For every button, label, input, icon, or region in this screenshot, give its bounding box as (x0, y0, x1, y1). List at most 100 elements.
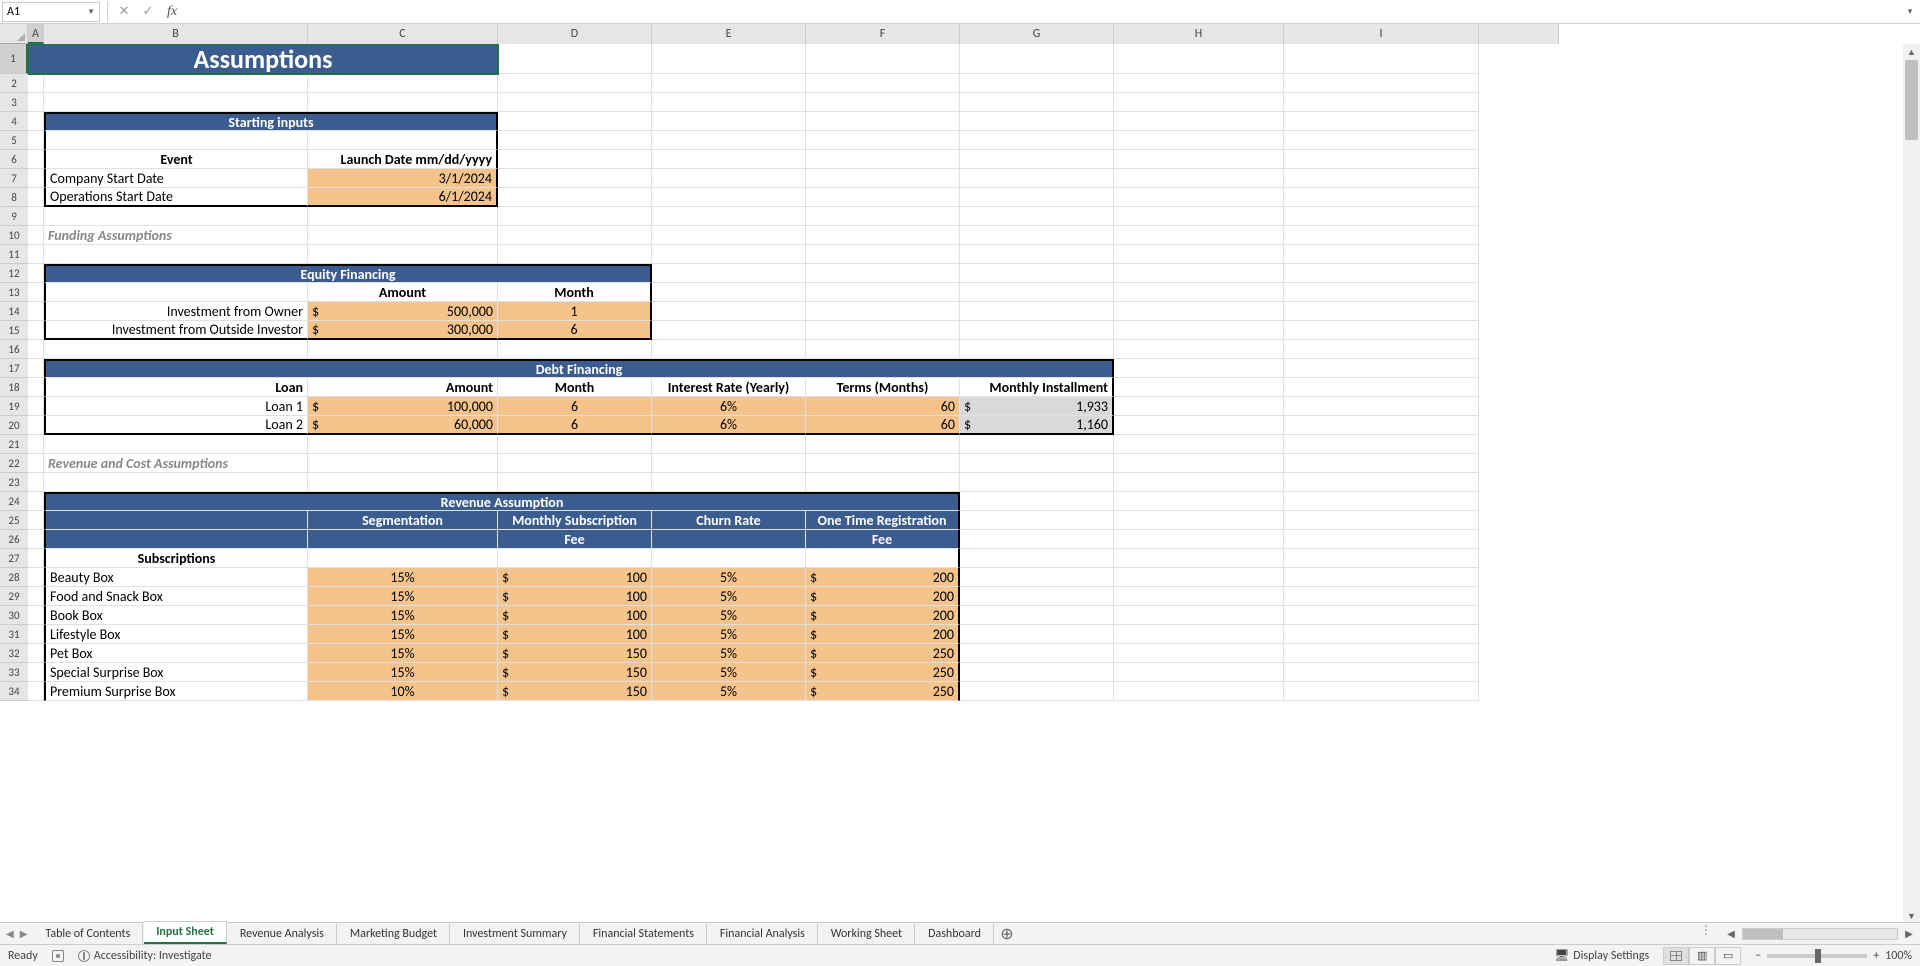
cell-E4[interactable] (652, 112, 806, 131)
cell-A2[interactable] (28, 74, 44, 93)
row-header-33[interactable]: 33 (0, 663, 28, 682)
cell-G29[interactable] (960, 587, 1114, 606)
cell-F22[interactable] (806, 454, 960, 473)
cell-H18[interactable] (1114, 378, 1284, 397)
cell-A17[interactable] (28, 359, 44, 378)
cell-D30[interactable]: $100 (498, 606, 652, 625)
row-header-31[interactable]: 31 (0, 625, 28, 644)
macro-record-icon[interactable] (52, 950, 64, 962)
row-header-30[interactable]: 30 (0, 606, 28, 625)
cell-A23[interactable] (28, 473, 44, 492)
cell-A4[interactable] (28, 112, 44, 131)
cell-A31[interactable] (28, 625, 44, 644)
view-page-break-button[interactable]: ▭ (1715, 947, 1741, 965)
cell-A12[interactable] (28, 264, 44, 283)
cell-C8[interactable]: 6/1/2024 (308, 188, 498, 207)
cell-H25[interactable] (1114, 511, 1284, 530)
cell-F13[interactable] (806, 283, 960, 302)
col-header-E[interactable]: E (652, 24, 806, 44)
cell-H24[interactable] (1114, 492, 1284, 511)
cell-I19[interactable] (1284, 397, 1479, 416)
zoom-knob[interactable] (1815, 949, 1821, 963)
tab-marketing-budget[interactable]: Marketing Budget (338, 923, 450, 944)
cell-B29[interactable]: Food and Snack Box (44, 587, 308, 606)
cell-B12[interactable]: Equity Financing (44, 264, 652, 283)
cell-F26[interactable]: Fee (806, 530, 960, 549)
cell-H28[interactable] (1114, 568, 1284, 587)
cell-B21[interactable] (44, 435, 308, 454)
page-title[interactable]: Assumptions (28, 44, 498, 74)
cell-A16[interactable] (28, 340, 44, 359)
cell-F7[interactable] (806, 169, 960, 188)
cell-I30[interactable] (1284, 606, 1479, 625)
cell-D6[interactable] (498, 150, 652, 169)
cell-B19[interactable]: Loan 1 (44, 397, 308, 416)
cell-I28[interactable] (1284, 568, 1479, 587)
row-header-4[interactable]: 4 (0, 112, 28, 131)
display-settings-button[interactable]: 🖥 Display Settings (1554, 948, 1649, 963)
cell-B20[interactable]: Loan 2 (44, 416, 308, 435)
cell-H6[interactable] (1114, 150, 1284, 169)
cell-I33[interactable] (1284, 663, 1479, 682)
cell-I15[interactable] (1284, 321, 1479, 340)
cell-C30[interactable]: 15% (308, 606, 498, 625)
cell-I1[interactable] (1284, 44, 1479, 74)
cell-E10[interactable] (652, 226, 806, 245)
cell-D15[interactable]: 6 (498, 321, 652, 340)
cell-C2[interactable] (308, 74, 498, 93)
cell-G27[interactable] (960, 549, 1114, 568)
col-header-G[interactable]: G (960, 24, 1114, 44)
cell-I20[interactable] (1284, 416, 1479, 435)
row-header-24[interactable]: 24 (0, 492, 28, 511)
zoom-out-button[interactable]: − (1755, 949, 1761, 963)
row-header-15[interactable]: 15 (0, 321, 28, 340)
expand-formula-bar-icon[interactable]: ▾ (1900, 6, 1920, 17)
cell-B31[interactable]: Lifestyle Box (44, 625, 308, 644)
cell-E15[interactable] (652, 321, 806, 340)
cell-I32[interactable] (1284, 644, 1479, 663)
cell-D28[interactable]: $100 (498, 568, 652, 587)
cell-C20[interactable]: $60,000 (308, 416, 498, 435)
tab-input-sheet[interactable]: Input Sheet (144, 921, 227, 944)
cell-F12[interactable] (806, 264, 960, 283)
cell-G32[interactable] (960, 644, 1114, 663)
cell-E12[interactable] (652, 264, 806, 283)
cell-I17[interactable] (1284, 359, 1479, 378)
cell-D16[interactable] (498, 340, 652, 359)
cell-H30[interactable] (1114, 606, 1284, 625)
cell-C27[interactable] (308, 549, 498, 568)
cell-G30[interactable] (960, 606, 1114, 625)
row-header-13[interactable]: 13 (0, 283, 28, 302)
tab-dashboard[interactable]: Dashboard (916, 923, 994, 944)
cell-F34[interactable]: $250 (806, 682, 960, 701)
col-header-C[interactable]: C (308, 24, 498, 44)
cell-F2[interactable] (806, 74, 960, 93)
row-header-5[interactable]: 5 (0, 131, 28, 150)
cell-B4[interactable]: Starting inputs (44, 112, 498, 131)
cell-E23[interactable] (652, 473, 806, 492)
tab-financial-analysis[interactable]: Financial Analysis (708, 923, 818, 944)
cell-D29[interactable]: $100 (498, 587, 652, 606)
cell-G31[interactable] (960, 625, 1114, 644)
cell-A29[interactable] (28, 587, 44, 606)
cell-B22[interactable]: Revenue and Cost Assumptions (44, 454, 308, 473)
cell-H11[interactable] (1114, 245, 1284, 264)
cell-I21[interactable] (1284, 435, 1479, 454)
cell-C32[interactable]: 15% (308, 644, 498, 663)
cell-G33[interactable] (960, 663, 1114, 682)
tab-working-sheet[interactable]: Working Sheet (819, 923, 915, 944)
cell-C28[interactable]: 15% (308, 568, 498, 587)
cell-G8[interactable] (960, 188, 1114, 207)
cell-B28[interactable]: Beauty Box (44, 568, 308, 587)
cell-H34[interactable] (1114, 682, 1284, 701)
cell-C11[interactable] (308, 245, 498, 264)
cell-F1[interactable] (806, 44, 960, 74)
cell-G28[interactable] (960, 568, 1114, 587)
cell-F23[interactable] (806, 473, 960, 492)
cell-F6[interactable] (806, 150, 960, 169)
cell-C25[interactable]: Segmentation (308, 511, 498, 530)
cell-A7[interactable] (28, 169, 44, 188)
cell-C9[interactable] (308, 207, 498, 226)
cell-F8[interactable] (806, 188, 960, 207)
cell-F5[interactable] (806, 131, 960, 150)
